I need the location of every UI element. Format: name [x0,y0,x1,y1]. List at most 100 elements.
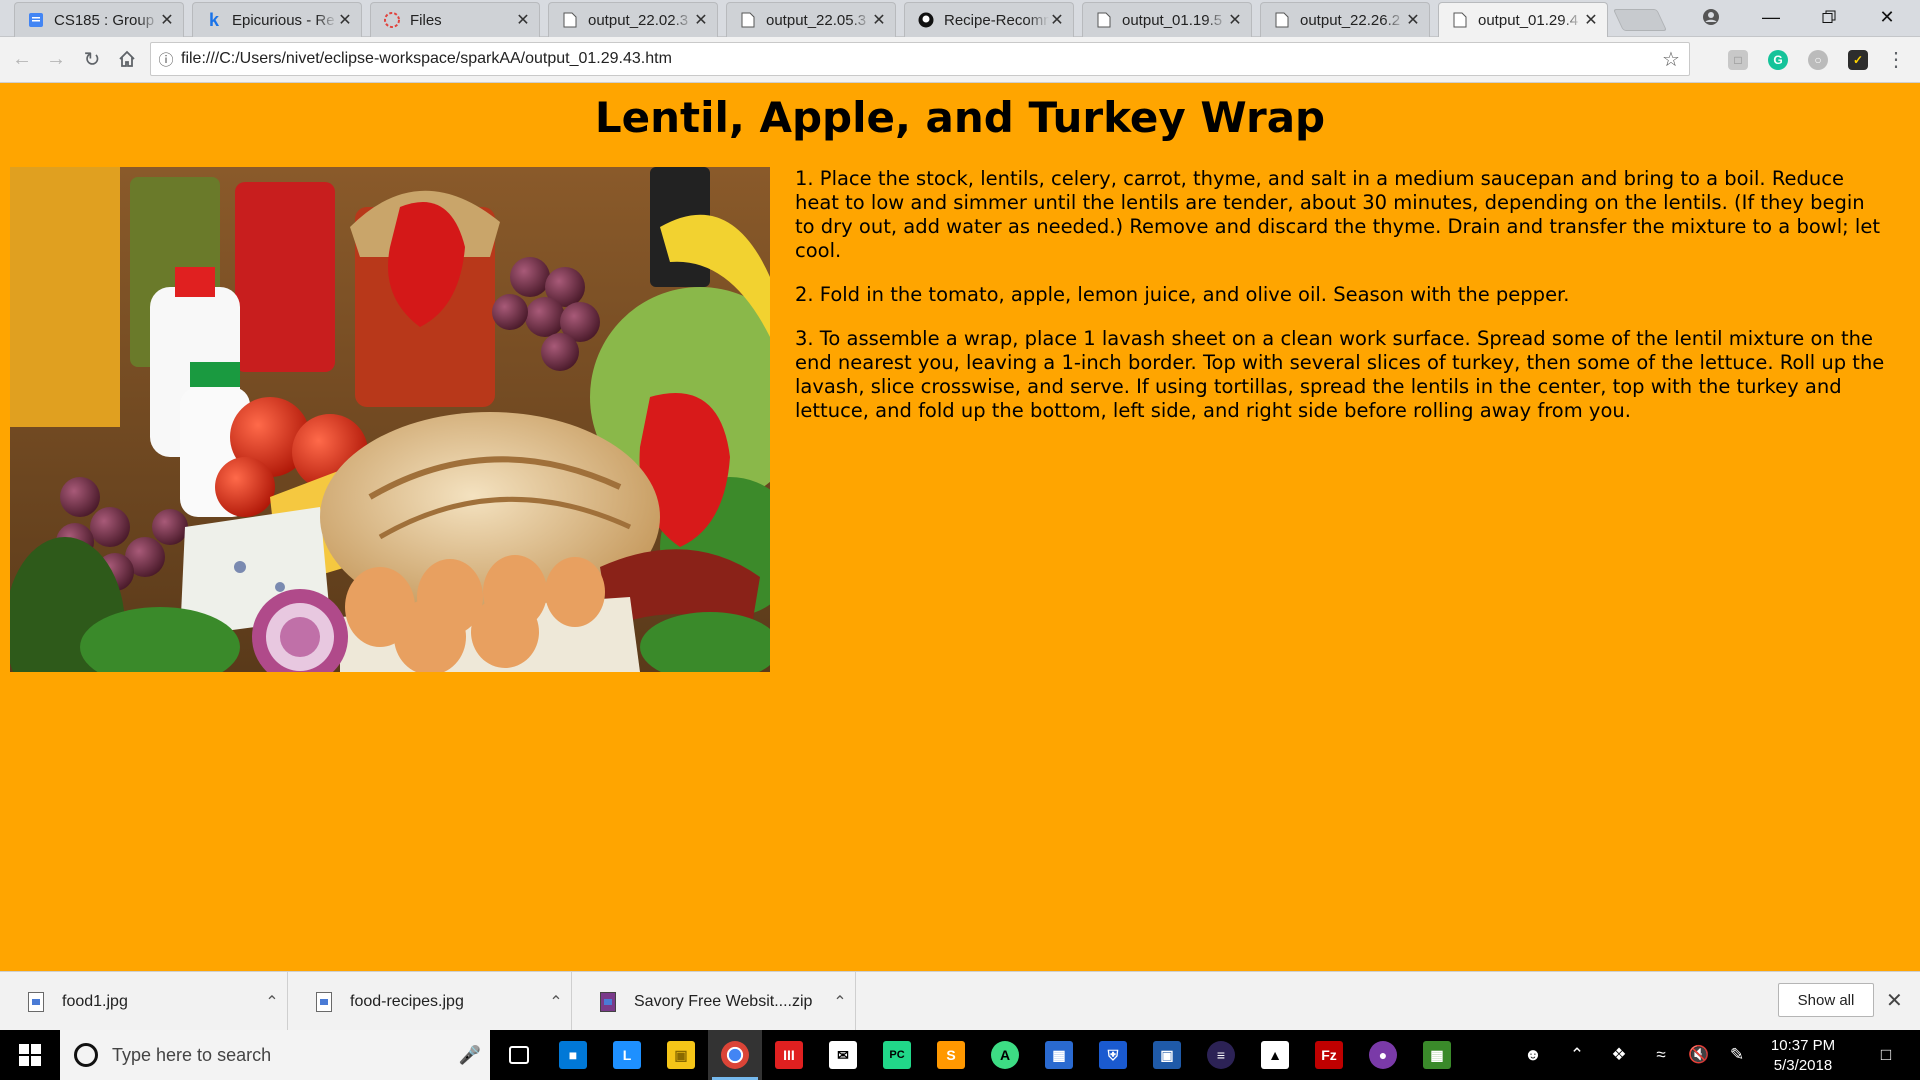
cortana-icon [74,1043,98,1067]
groceries-photo [10,167,770,672]
windows-taskbar: Type here to search 🎤 ■ L ▣ III ✉ PC S A… [0,1030,1920,1080]
shield-app-icon[interactable]: ⛨ [1086,1030,1140,1080]
close-tab-icon[interactable]: ✕ [1049,10,1065,30]
tab-7[interactable]: output_22.26.2 ✕ [1260,2,1430,37]
tab-3[interactable]: output_22.02.3 ✕ [548,2,718,37]
close-tab-icon[interactable]: ✕ [1227,10,1243,30]
tab-0[interactable]: CS185 : Group ✕ [14,2,184,37]
show-all-button[interactable]: Show all [1778,983,1874,1017]
recipe-step: 1. Place the stock, lentils, celery, car… [795,167,1880,262]
extension-check-icon[interactable]: ✓ [1848,50,1868,70]
tab-title: output_22.26.2 [1300,11,1401,29]
k-icon: k [208,9,219,30]
files-icon [383,11,401,29]
close-shelf-icon[interactable]: ✕ [1886,988,1903,1013]
reload-icon[interactable]: ↻ [78,45,106,73]
chevron-up-tray-icon[interactable]: ⌃ [1562,1030,1592,1080]
info-icon[interactable]: ⓘ [151,49,181,70]
pycharm-icon[interactable]: PC [870,1030,924,1080]
url-text[interactable]: file:///C:/Users/nivet/eclipse-workspace… [181,50,1653,68]
profile-icon[interactable] [1682,0,1740,34]
pen-icon[interactable]: ✎ [1722,1030,1752,1080]
recipe-steps: 1. Place the stock, lentils, celery, car… [795,167,1885,443]
close-tab-icon[interactable]: ✕ [159,10,175,30]
download-item[interactable]: Savory Free Websit....zip ⌃ [572,972,856,1031]
pdf-extension-icon[interactable]: □ [1728,50,1748,70]
page-icon [1095,11,1113,29]
windows-start-icon[interactable] [0,1030,60,1080]
filezilla-icon[interactable]: Fz [1302,1030,1356,1080]
chevron-up-icon[interactable]: ⌃ [257,992,287,1012]
download-filename: food-recipes.jpg [350,992,464,1010]
restore-button[interactable] [1800,0,1858,34]
red-app-icon[interactable]: III [762,1030,816,1080]
tab-title: Recipe-Recomm [944,11,1049,29]
network-app-icon[interactable]: ▦ [1032,1030,1086,1080]
forward-arrow-icon[interactable]: → [42,45,70,73]
github-desktop-icon[interactable]: ● [1356,1030,1410,1080]
file-explorer-icon[interactable]: ▣ [654,1030,708,1080]
spreadsheet-app-icon[interactable]: ▦ [1410,1030,1464,1080]
volume-muted-icon[interactable]: 🔇 [1684,1030,1714,1080]
tab-2[interactable]: Files ✕ [370,2,540,37]
dropbox-icon[interactable]: ❖ [1604,1030,1634,1080]
tab-6[interactable]: output_01.19.5 ✕ [1082,2,1252,37]
close-window-button[interactable]: ✕ [1858,0,1916,34]
download-filename: food1.jpg [62,992,128,1010]
bookmark-star-icon[interactable]: ☆ [1653,47,1689,72]
microphone-icon[interactable]: 🎤 [450,1045,490,1066]
search-placeholder: Type here to search [112,1044,272,1065]
taskbar-clock[interactable]: 10:37 PM 5/3/2018 [1758,1036,1848,1076]
tab-5[interactable]: Recipe-Recomm ✕ [904,2,1074,37]
notifications-icon[interactable]: □ [1866,1030,1906,1080]
l-app-icon[interactable]: L [600,1030,654,1080]
eclipse-icon[interactable]: ≡ [1194,1030,1248,1080]
github-icon [917,11,935,29]
chrome-icon[interactable] [708,1030,762,1080]
sublime-icon[interactable]: S [924,1030,978,1080]
virtualbox-icon[interactable]: ▣ [1140,1030,1194,1080]
address-bar[interactable]: ⓘ file:///C:/Users/nivet/eclipse-workspa… [150,42,1690,76]
tab-strip: CS185 : Group ✕ k Epicurious - Re ✕ File… [0,0,1920,37]
tab-8-active[interactable]: output_01.29.4 ✕ [1438,2,1608,37]
tab-title: output_01.29.4 [1478,11,1579,29]
page-content: Lentil, Apple, and Turkey Wrap 1. Place … [0,83,1920,971]
people-icon[interactable]: ☻ [1516,1030,1550,1080]
wifi-icon[interactable]: ≈ [1646,1030,1676,1080]
download-filename: Savory Free Websit....zip [634,992,813,1010]
mail-icon[interactable]: ✉ [816,1030,870,1080]
chevron-up-icon[interactable]: ⌃ [541,992,571,1012]
close-tab-icon[interactable]: ✕ [1583,10,1599,30]
back-arrow-icon[interactable]: ← [8,45,36,73]
photos-icon[interactable]: ▲ [1248,1030,1302,1080]
close-tab-icon[interactable]: ✕ [1405,10,1421,30]
close-tab-icon[interactable]: ✕ [871,10,887,30]
recipe-step: 2. Fold in the tomato, apple, lemon juic… [795,283,1570,306]
new-tab-button[interactable] [1612,9,1668,31]
tab-title: Files [410,11,442,29]
page-icon [1273,11,1291,29]
store-icon[interactable]: ■ [546,1030,600,1080]
android-studio-icon[interactable]: A [978,1030,1032,1080]
docs-icon [27,11,45,29]
browser-toolbar: ← → ↻ ⓘ file:///C:/Users/nivet/eclipse-w… [0,37,1920,83]
extension-circle-icon[interactable]: ○ [1808,50,1828,70]
task-view-icon[interactable] [492,1030,546,1080]
grammarly-icon[interactable]: G [1768,50,1788,70]
close-tab-icon[interactable]: ✕ [515,10,531,30]
menu-kebab-icon[interactable]: ⋮ [1882,45,1910,73]
download-item[interactable]: food-recipes.jpg ⌃ [288,972,572,1031]
tab-4[interactable]: output_22.05.3 ✕ [726,2,896,37]
close-tab-icon[interactable]: ✕ [693,10,709,30]
tab-title: Epicurious - Re [232,11,335,29]
tab-title: output_01.19.5 [1122,11,1223,29]
taskbar-search-box[interactable]: Type here to search 🎤 [60,1030,490,1080]
download-item[interactable]: food1.jpg ⌃ [0,972,288,1031]
chevron-up-icon[interactable]: ⌃ [825,992,855,1012]
image-file-icon [28,991,44,1012]
tab-title: output_22.02.3 [588,11,689,29]
close-tab-icon[interactable]: ✕ [337,10,353,30]
minimize-button[interactable]: — [1742,0,1800,34]
tab-1[interactable]: k Epicurious - Re ✕ [192,2,362,37]
home-icon[interactable] [113,45,141,73]
